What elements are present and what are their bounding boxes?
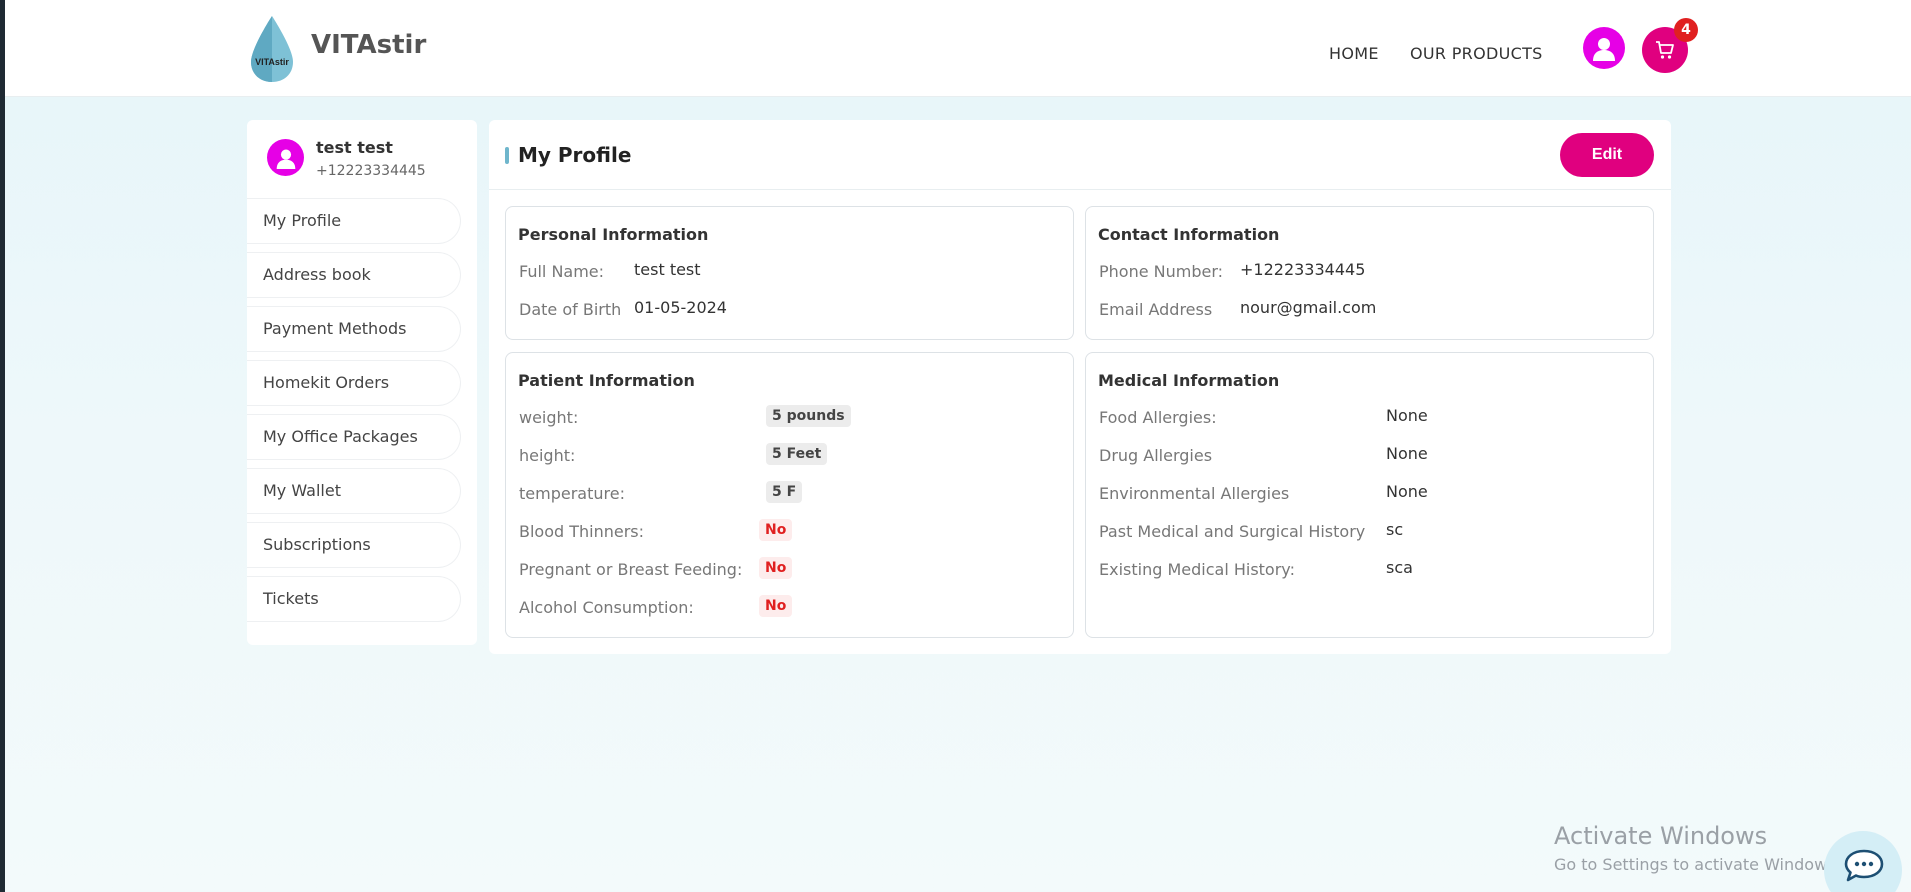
medical-information-title: Medical Information: [1098, 371, 1280, 390]
contact-information-card: Contact Information Phone Number: +12223…: [1085, 206, 1654, 340]
email-address-value: nour@gmail.com: [1240, 298, 1377, 317]
height-value: 5 Feet: [766, 443, 828, 465]
sidebar-user-name: test test: [316, 138, 393, 157]
profile-panel: My Profile Edit Personal Information Ful…: [489, 120, 1671, 654]
personal-information-title: Personal Information: [518, 225, 709, 244]
edit-button[interactable]: Edit: [1560, 133, 1654, 177]
user-account-button[interactable]: [1583, 27, 1625, 69]
sidebar-item-my-office-packages[interactable]: My Office Packages: [247, 414, 461, 460]
sidebar-item-my-wallet[interactable]: My Wallet: [247, 468, 461, 514]
sidebar-item-my-profile[interactable]: My Profile: [247, 198, 461, 244]
pregnant-value: No: [759, 557, 793, 579]
email-address-label: Email Address: [1099, 300, 1213, 319]
profile-panel-header: My Profile Edit: [489, 120, 1671, 190]
drug-allergies-label: Drug Allergies: [1099, 446, 1213, 465]
blood-thinners-label: Blood Thinners:: [519, 522, 645, 541]
alcohol-consumption-label: Alcohol Consumption:: [519, 598, 694, 617]
logo-water-drop-icon[interactable]: VITAstir: [247, 14, 297, 84]
phone-number-label: Phone Number:: [1099, 262, 1224, 281]
height-label: height:: [519, 446, 576, 465]
weight-label: weight:: [519, 408, 579, 427]
nav-home[interactable]: HOME: [1329, 44, 1379, 63]
left-edge-strip: [0, 0, 5, 892]
chat-support-button[interactable]: [1824, 831, 1902, 892]
page-title: My Profile: [518, 143, 632, 167]
temperature-label: temperature:: [519, 484, 625, 503]
existing-medical-history-value: sca: [1386, 558, 1413, 577]
alcohol-consumption-value: No: [759, 595, 793, 617]
environmental-allergies-label: Environmental Allergies: [1099, 484, 1290, 503]
activate-windows-subtitle: Go to Settings to activate Windows.: [1554, 855, 1841, 874]
full-name-label: Full Name:: [519, 262, 605, 281]
date-of-birth-value: 01-05-2024: [634, 298, 727, 317]
patient-information-card: Patient Information weight: 5 pounds hei…: [505, 352, 1074, 638]
user-icon: [1593, 38, 1615, 61]
sidebar-item-payment-methods[interactable]: Payment Methods: [247, 306, 461, 352]
medical-information-card: Medical Information Food Allergies: None…: [1085, 352, 1654, 638]
patient-information-title: Patient Information: [518, 371, 695, 390]
logo-text: VITAstir: [255, 57, 289, 67]
contact-information-title: Contact Information: [1098, 225, 1280, 244]
date-of-birth-label: Date of Birth: [519, 300, 622, 319]
existing-medical-history-label: Existing Medical History:: [1099, 560, 1295, 579]
blood-thinners-value: No: [759, 519, 793, 541]
food-allergies-value: None: [1386, 406, 1428, 425]
sidebar-user-phone: +12223334445: [316, 163, 426, 179]
brand-name[interactable]: VITAstir: [311, 30, 426, 60]
cart-count-badge: 4: [1674, 18, 1698, 42]
pregnant-label: Pregnant or Breast Feeding:: [519, 560, 743, 579]
account-sidebar: test test +12223334445 My Profile Addres…: [247, 120, 477, 645]
cart-icon: [1656, 41, 1674, 59]
past-medical-history-value: sc: [1386, 520, 1404, 539]
phone-number-value: +12223334445: [1240, 260, 1366, 279]
food-allergies-label: Food Allergies:: [1099, 408, 1217, 427]
sidebar-item-address-book[interactable]: Address book: [247, 252, 461, 298]
title-accent-bar: [505, 147, 509, 164]
user-icon: [276, 149, 295, 169]
environmental-allergies-value: None: [1386, 482, 1428, 501]
activate-windows-title: Activate Windows: [1554, 822, 1768, 850]
full-name-value: test test: [634, 260, 701, 279]
temperature-value: 5 F: [766, 481, 803, 503]
sidebar-item-subscriptions[interactable]: Subscriptions: [247, 522, 461, 568]
weight-value: 5 pounds: [766, 405, 851, 427]
sidebar-item-tickets[interactable]: Tickets: [247, 576, 461, 622]
nav-our-products[interactable]: OUR PRODUCTS: [1410, 44, 1543, 63]
past-medical-history-label: Past Medical and Surgical History: [1099, 522, 1366, 541]
drug-allergies-value: None: [1386, 444, 1428, 463]
avatar: [267, 139, 304, 176]
sidebar-item-homekit-orders[interactable]: Homekit Orders: [247, 360, 461, 406]
personal-information-card: Personal Information Full Name: test tes…: [505, 206, 1074, 340]
site-header: VITAstir VITAstir HOME OUR PRODUCTS 4: [5, 0, 1911, 97]
chat-icon: [1844, 849, 1884, 882]
